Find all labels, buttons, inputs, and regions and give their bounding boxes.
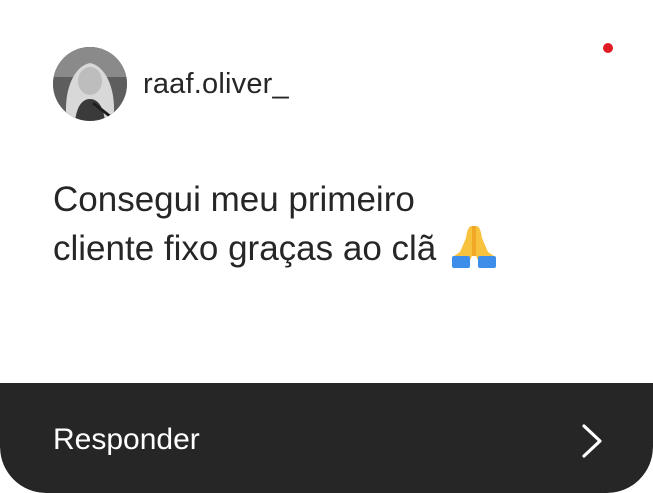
chevron-right-icon	[582, 424, 602, 458]
reply-label: Responder	[53, 423, 200, 456]
profile-photo-icon	[53, 47, 127, 121]
message-card: raaf.oliver_ Consegui meu primeiro clien…	[0, 0, 653, 493]
message-line-1: Consegui meu primeiro	[53, 180, 415, 219]
message-line-2-text: cliente fixo graças ao clã	[53, 229, 437, 268]
username[interactable]: raaf.oliver_	[143, 68, 289, 101]
reply-button[interactable]: Responder	[0, 383, 653, 493]
folded-hands-icon	[450, 222, 498, 268]
message-text: Consegui meu primeiro cliente fixo graça…	[53, 178, 613, 271]
message-line-2: cliente fixo graças ao clã	[53, 222, 613, 271]
notification-dot	[603, 43, 613, 53]
avatar[interactable]	[53, 47, 127, 121]
sender-header: raaf.oliver_	[53, 47, 289, 121]
